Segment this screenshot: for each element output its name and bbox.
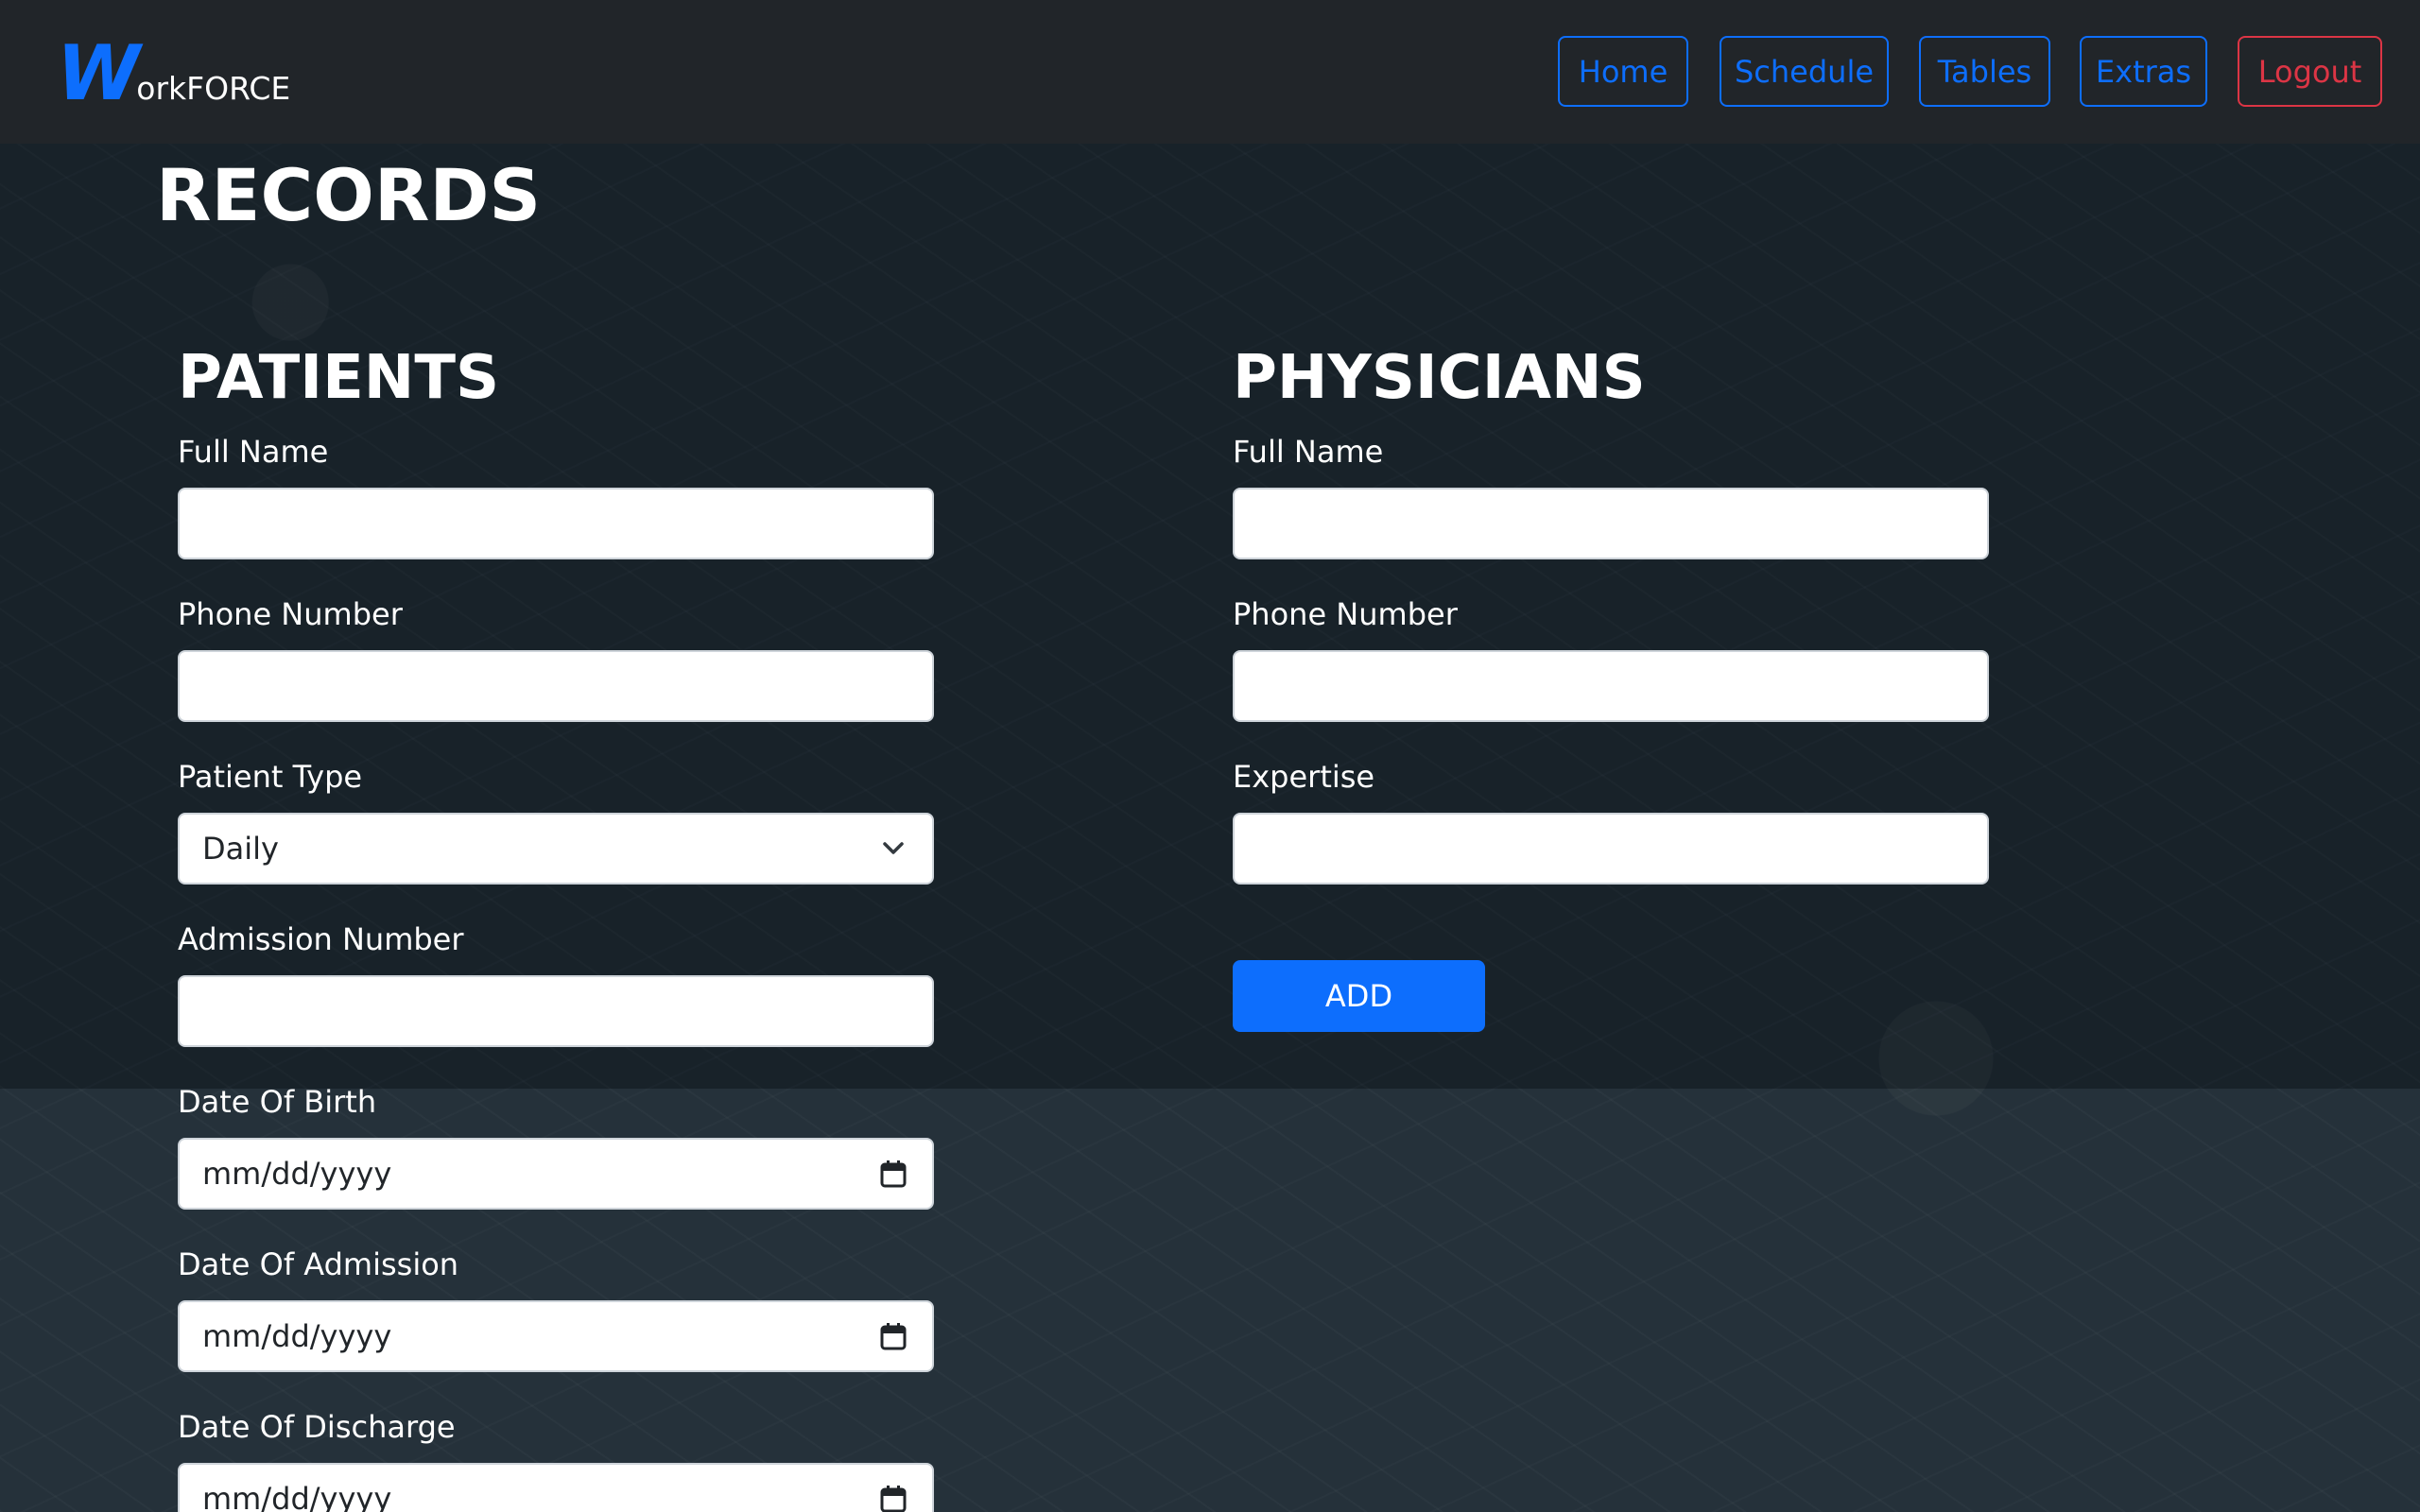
brand-name: orkFORCE xyxy=(136,70,291,107)
admission-number-input[interactable] xyxy=(178,975,934,1047)
brand-letter: W xyxy=(57,29,140,117)
date-of-discharge-input[interactable]: mm/dd/yyyy xyxy=(178,1463,934,1512)
date-of-admission-label: Date Of Admission xyxy=(178,1246,459,1282)
patient-full-name-label: Full Name xyxy=(178,434,329,470)
calendar-icon[interactable] xyxy=(877,1483,909,1512)
physician-full-name-input[interactable] xyxy=(1233,488,1989,559)
admission-number-label: Admission Number xyxy=(178,921,464,957)
date-of-admission-input[interactable]: mm/dd/yyyy xyxy=(178,1300,934,1372)
patient-type-label: Patient Type xyxy=(178,759,363,795)
navbar: W orkFORCE Home Schedule Tables Extras L… xyxy=(0,0,2420,144)
date-of-discharge-placeholder: mm/dd/yyyy xyxy=(202,1481,392,1512)
expertise-input[interactable] xyxy=(1233,813,1989,885)
nav-extras-button[interactable]: Extras xyxy=(2080,36,2207,107)
page-title: RECORDS xyxy=(156,153,542,237)
date-of-birth-placeholder: mm/dd/yyyy xyxy=(202,1156,392,1192)
nav-home-button[interactable]: Home xyxy=(1558,36,1688,107)
expertise-label: Expertise xyxy=(1233,759,1375,795)
date-of-discharge-clip: mm/dd/yyyy xyxy=(178,1463,934,1512)
patients-section-title: PATIENTS xyxy=(178,343,500,413)
calendar-icon[interactable] xyxy=(877,1320,909,1352)
patient-phone-label: Phone Number xyxy=(178,596,403,632)
physician-phone-label: Phone Number xyxy=(1233,596,1458,632)
calendar-icon[interactable] xyxy=(877,1158,909,1190)
nav-tables-button[interactable]: Tables xyxy=(1919,36,2050,107)
physician-phone-input[interactable] xyxy=(1233,650,1989,722)
patient-phone-input[interactable] xyxy=(178,650,934,722)
date-of-discharge-label: Date Of Discharge xyxy=(178,1409,456,1445)
physician-full-name-label: Full Name xyxy=(1233,434,1384,470)
patient-type-select[interactable]: Daily xyxy=(178,813,934,885)
add-button[interactable]: ADD xyxy=(1233,960,1485,1032)
chevron-down-icon xyxy=(877,833,909,865)
logout-button[interactable]: Logout xyxy=(2238,36,2382,107)
patient-full-name-input[interactable] xyxy=(178,488,934,559)
brand-logo[interactable]: W orkFORCE xyxy=(57,36,290,112)
patient-type-value: Daily xyxy=(202,831,279,867)
nav-schedule-button[interactable]: Schedule xyxy=(1720,36,1889,107)
date-of-birth-input[interactable]: mm/dd/yyyy xyxy=(178,1138,934,1210)
date-of-birth-label: Date Of Birth xyxy=(178,1084,377,1120)
physicians-section-title: PHYSICIANS xyxy=(1233,343,1646,413)
date-of-admission-placeholder: mm/dd/yyyy xyxy=(202,1318,392,1354)
